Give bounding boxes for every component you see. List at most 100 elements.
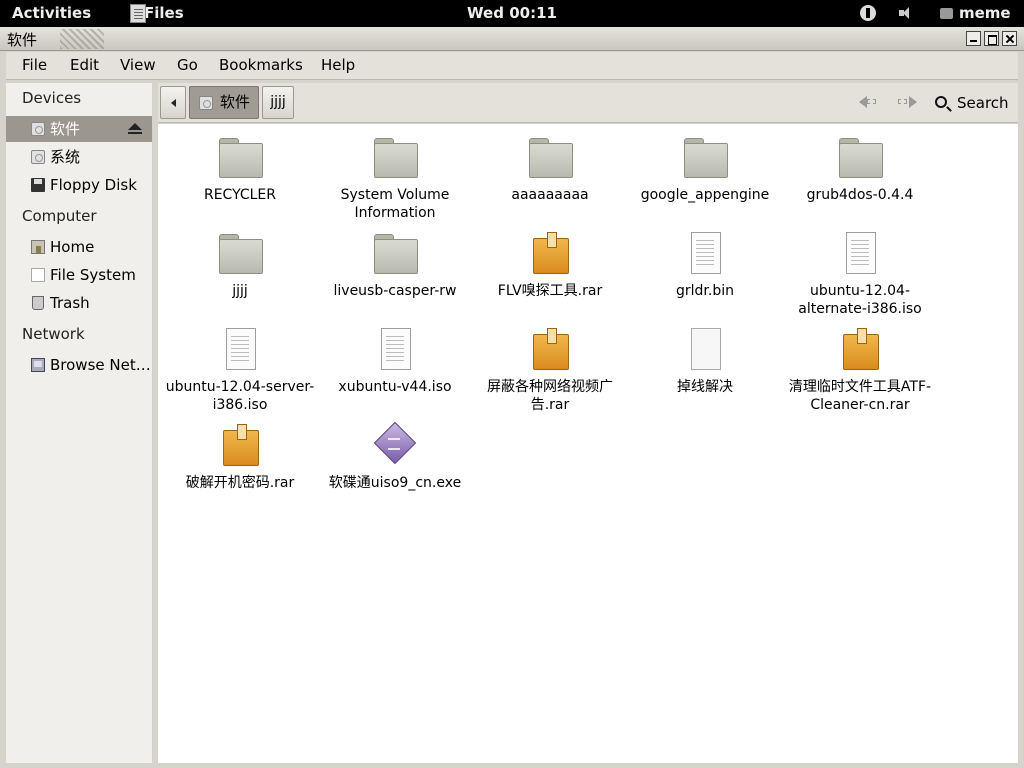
sidebar-item-drive-system[interactable]: 系统 — [6, 144, 152, 170]
titlebar-grip — [60, 29, 104, 49]
menu-help[interactable]: Help — [321, 52, 355, 80]
path-button-drive[interactable]: 软件 — [189, 86, 259, 119]
app-name: Files — [144, 4, 184, 22]
forward-button[interactable] — [894, 91, 920, 113]
sidebar-item-filesystem[interactable]: File System — [6, 262, 152, 288]
menu-bar: File Edit View Go Bookmarks Help — [6, 52, 1018, 80]
file-item[interactable]: xubuntu-v44.iso — [320, 326, 470, 396]
archive-icon — [527, 326, 573, 372]
network-icon — [31, 358, 45, 372]
file-item[interactable]: 屏蔽各种网络视频广告.rar — [475, 326, 625, 414]
folder-icon — [527, 134, 573, 180]
file-item[interactable]: 软碟通uiso9_cn.exe — [320, 422, 470, 492]
search-button[interactable]: Search — [931, 89, 1015, 117]
sidebar: Devices 软件 系统 Floppy Disk Computer Home … — [6, 83, 152, 763]
maximize-button[interactable] — [984, 31, 999, 46]
blank-file-icon — [682, 326, 728, 372]
menu-bookmarks[interactable]: Bookmarks — [219, 52, 303, 80]
volume-menu[interactable] — [899, 0, 917, 27]
close-button[interactable] — [1002, 31, 1017, 46]
path-button-folder[interactable]: jjjj — [262, 86, 294, 119]
text-file-icon — [372, 326, 418, 372]
folder-icon — [217, 230, 263, 276]
user-name: meme — [959, 4, 1011, 22]
file-item-name: 屏蔽各种网络视频广告.rar — [487, 379, 613, 413]
file-item[interactable]: ubuntu-12.04-alternate-i386.iso — [785, 230, 935, 318]
file-item[interactable]: google_appengine — [630, 134, 780, 204]
search-label: Search — [957, 94, 1009, 112]
folder-icon — [682, 134, 728, 180]
file-item[interactable]: 掉线解决 — [630, 326, 780, 396]
file-item-name: grub4dos-0.4.4 — [806, 187, 914, 203]
file-manager-window: 软件 File Edit View Go Bookmarks Help Devi… — [0, 27, 1024, 768]
text-file-icon — [217, 326, 263, 372]
sidebar-item-home[interactable]: Home — [6, 234, 152, 260]
file-item-name: aaaaaaaaa — [511, 187, 589, 203]
folder-icon — [372, 230, 418, 276]
drive-icon — [199, 96, 213, 110]
menu-edit[interactable]: Edit — [70, 52, 99, 80]
back-button[interactable] — [856, 91, 882, 113]
archive-icon — [527, 230, 573, 276]
path-toolbar: 软件 jjjj Search — [158, 83, 1018, 123]
user-menu[interactable]: meme — [940, 0, 1011, 27]
app-menu[interactable]: Files — [130, 0, 184, 27]
home-icon — [31, 240, 45, 254]
archive-icon — [837, 326, 883, 372]
executable-icon — [372, 422, 418, 468]
volume-icon — [899, 6, 915, 20]
file-item-name: 清理临时文件工具ATF-Cleaner-cn.rar — [788, 379, 932, 413]
file-item[interactable]: liveusb-casper-rw — [320, 230, 470, 300]
sidebar-item-label: Trash — [50, 294, 90, 312]
file-item[interactable]: grldr.bin — [630, 230, 780, 300]
file-item-name: grldr.bin — [676, 283, 734, 299]
eject-icon[interactable] — [128, 123, 142, 135]
file-item-name: jjjj — [232, 283, 248, 299]
file-view[interactable]: RECYCLER System Volume Information aaaaa… — [158, 124, 1018, 763]
file-item-name: ubuntu-12.04-alternate-i386.iso — [798, 283, 922, 317]
window-title: 软件 — [7, 31, 38, 49]
text-file-icon — [837, 230, 883, 276]
menu-go[interactable]: Go — [177, 52, 198, 80]
file-item-name: System Volume Information — [340, 187, 450, 221]
file-item[interactable]: grub4dos-0.4.4 — [785, 134, 935, 204]
path-scroll-left-button[interactable] — [160, 86, 186, 119]
accessibility-menu[interactable] — [860, 0, 878, 27]
files-app-icon — [130, 4, 146, 23]
trash-icon — [32, 296, 44, 310]
file-item[interactable]: FLV嗅探工具.rar — [475, 230, 625, 300]
sidebar-item-label: Browse Net… — [50, 356, 151, 374]
sidebar-item-label: File System — [50, 266, 136, 284]
accessibility-icon — [860, 5, 876, 21]
file-item-name: FLV嗅探工具.rar — [497, 283, 603, 299]
folder-icon — [217, 134, 263, 180]
top-bar: Activities Files Wed 00:11 meme — [0, 0, 1024, 27]
window-titlebar[interactable]: 软件 — [0, 27, 1024, 51]
activities-button[interactable]: Activities — [12, 0, 91, 27]
file-item[interactable]: 破解开机密码.rar — [165, 422, 315, 492]
sidebar-heading-network: Network — [22, 325, 85, 343]
minimize-button[interactable] — [966, 31, 981, 46]
search-icon — [935, 96, 947, 108]
text-file-icon — [682, 230, 728, 276]
menu-file[interactable]: File — [22, 52, 47, 80]
sidebar-item-browse-network[interactable]: Browse Net… — [6, 352, 152, 378]
file-item-name: RECYCLER — [203, 187, 277, 203]
sidebar-item-trash[interactable]: Trash — [6, 290, 152, 316]
clock-text[interactable]: Wed 00:11 — [467, 4, 557, 22]
sidebar-item-label: 系统 — [50, 148, 81, 166]
file-item[interactable]: RECYCLER — [165, 134, 315, 204]
path-button-label: 软件 — [220, 93, 251, 111]
file-item-name: ubuntu-12.04-server-i386.iso — [165, 379, 315, 413]
file-item[interactable]: 清理临时文件工具ATF-Cleaner-cn.rar — [785, 326, 935, 414]
chat-status-icon — [940, 8, 953, 19]
drive-icon — [31, 122, 45, 136]
folder-icon — [837, 134, 883, 180]
menu-view[interactable]: View — [120, 52, 156, 80]
file-item[interactable]: aaaaaaaaa — [475, 134, 625, 204]
file-item[interactable]: jjjj — [165, 230, 315, 300]
sidebar-item-drive-software[interactable]: 软件 — [6, 116, 152, 142]
sidebar-item-floppy[interactable]: Floppy Disk — [6, 172, 152, 198]
file-item[interactable]: System Volume Information — [320, 134, 470, 222]
file-item[interactable]: ubuntu-12.04-server-i386.iso — [165, 326, 315, 414]
